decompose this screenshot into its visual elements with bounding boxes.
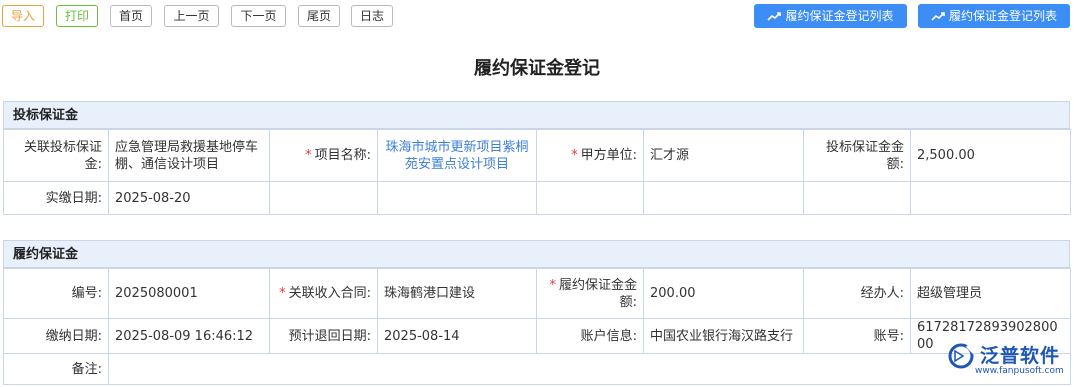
section-heading: 投标保证金 (3, 101, 1070, 129)
pay-date-label: 缴纳日期: (3, 318, 109, 354)
paid-date-field[interactable]: 2025-08-20 (108, 181, 270, 215)
empty-cell (536, 181, 644, 215)
log-button[interactable]: 日志 (351, 5, 393, 27)
perf-amount-label-text: 履约保证金金额: (558, 277, 637, 310)
fanpu-logo: 泛普软件 www.fanpusoft.com (945, 340, 1070, 385)
party-label-text: 甲方单位: (580, 148, 637, 163)
code-field[interactable]: 2025080001 (108, 268, 270, 319)
logo-url: www.fanpusoft.com (975, 366, 1064, 376)
bid-amount-field[interactable]: 2,500.00 (910, 129, 1071, 182)
trend-up-icon (931, 12, 945, 21)
performance-bond-table: 编号: 2025080001 * 关联收入合同: 珠海鹤港口建设 * 履约保证金金额… (3, 268, 1071, 385)
toolbar: 导入 打印 首页 上一页 下一页 尾页 日志 履约保证金登记列表 履约保证金登记… (0, 0, 1074, 34)
account-info-field[interactable]: 中国农业银行海汉路支行 (643, 318, 804, 354)
paid-date-label: 实缴日期: (3, 181, 109, 215)
contract-label: 关联投标保证金: (3, 129, 109, 182)
bid-bond-table: 关联投标保证金: 应急管理局救援基地停车棚、通信设计项目 * 项目名称: 珠海市城… (3, 129, 1071, 215)
performance-bond-section: 履约保证金 编号: 2025080001 * 关联收入合同: 珠海鹤港口建设 * 履… (3, 240, 1071, 385)
empty-cell (377, 181, 537, 215)
pay-date-field[interactable]: 2025-08-09 16:46:12 (108, 318, 270, 354)
list-button-label: 履约保证金登记列表 (785, 9, 894, 23)
print-button[interactable]: 打印 (56, 5, 98, 27)
handler-field[interactable]: 超级管理员 (910, 268, 1071, 319)
list-button-label: 履约保证金登记列表 (948, 9, 1057, 23)
last-page-button[interactable]: 尾页 (298, 5, 340, 27)
logo-name: 泛普软件 (980, 345, 1061, 367)
next-page-button[interactable]: 下一页 (231, 5, 286, 27)
perf-amount-field[interactable]: 200.00 (643, 268, 804, 319)
required-mark: * (305, 148, 312, 163)
project-label-text: 项目名称: (314, 148, 371, 163)
required-mark: * (549, 277, 556, 293)
party-field[interactable]: 汇才源 (643, 129, 804, 182)
required-mark: * (571, 148, 578, 163)
project-label: * 项目名称: (269, 129, 378, 182)
performance-bond-list-button-2[interactable]: 履约保证金登记列表 (918, 4, 1070, 28)
account-label: 账号: (803, 318, 911, 354)
account-info-label: 账户信息: (536, 318, 644, 354)
prev-page-button[interactable]: 上一页 (164, 5, 219, 27)
return-date-label: 预计退回日期: (269, 318, 378, 354)
perf-amount-label: * 履约保证金金额: (536, 268, 644, 319)
fanpu-logo-icon (948, 343, 976, 369)
import-button[interactable]: 导入 (2, 5, 44, 27)
page-title: 履约保证金登记 (474, 58, 600, 79)
required-mark: * (279, 286, 286, 301)
section-heading: 履约保证金 (3, 240, 1070, 268)
income-contract-label: * 关联收入合同: (269, 268, 378, 319)
empty-cell (910, 181, 1071, 215)
bid-amount-label: 投标保证金金额: (803, 129, 911, 182)
first-page-button[interactable]: 首页 (110, 5, 152, 27)
empty-cell (803, 181, 911, 215)
income-contract-label-text: 关联收入合同: (288, 286, 371, 301)
trend-up-icon (767, 12, 782, 21)
related-bid-bond-field[interactable]: 应急管理局救援基地停车棚、通信设计项目 (108, 129, 270, 182)
performance-bond-list-button[interactable]: 履约保证金登记列表 (754, 4, 907, 28)
income-contract-field[interactable]: 珠海鹤港口建设 (377, 268, 537, 319)
bid-bond-section: 投标保证金 关联投标保证金: 应急管理局救援基地停车棚、通信设计项目 * 项目名称… (3, 101, 1071, 215)
project-name-link[interactable]: 珠海市城市更新项目紫桐苑安置点设计项目 (377, 129, 537, 182)
party-label: * 甲方单位: (536, 129, 644, 182)
empty-cell (269, 181, 378, 215)
remark-field[interactable] (108, 353, 1071, 385)
empty-cell (643, 181, 804, 215)
handler-label: 经办人: (803, 268, 911, 319)
remark-label: 备注: (3, 353, 109, 385)
return-date-field[interactable]: 2025-08-14 (377, 318, 537, 354)
code-label: 编号: (3, 268, 109, 319)
